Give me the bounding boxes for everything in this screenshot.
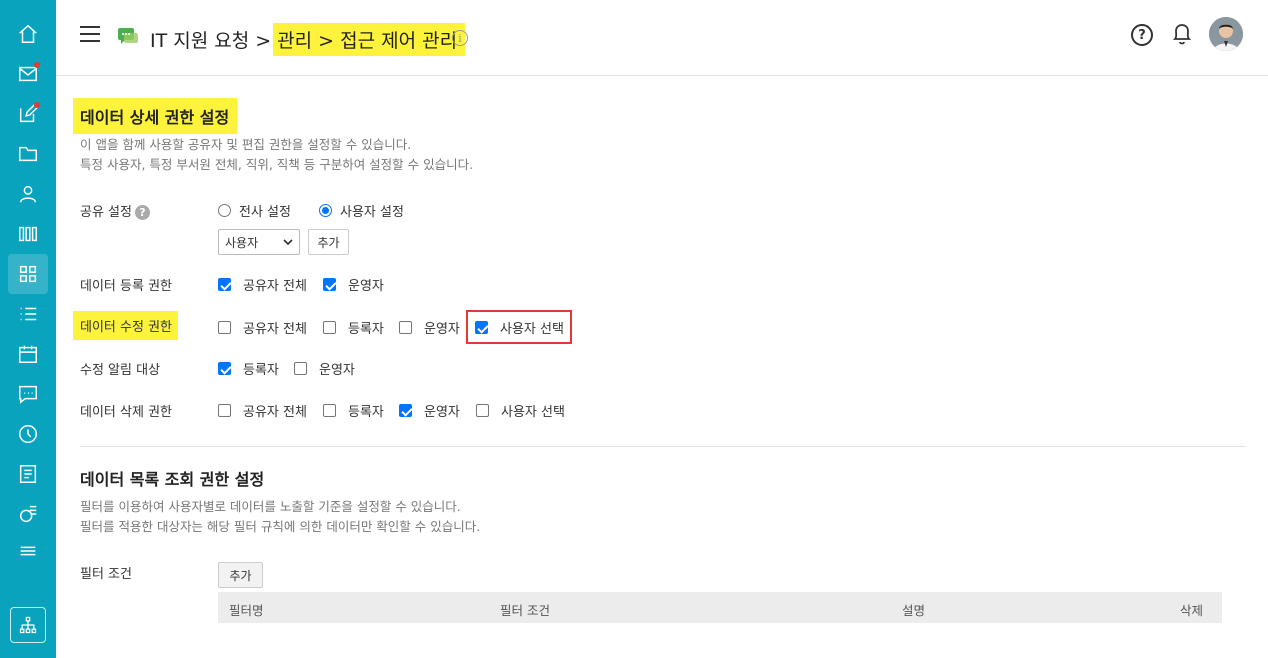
section-description: 특정 사용자, 특정 부서원 전체, 직위, 직책 등 구분하여 설정할 수 있… [80, 157, 474, 172]
folder-icon[interactable] [8, 134, 48, 174]
user-type-select[interactable]: 사용자 [218, 229, 300, 255]
checkbox[interactable] [323, 321, 336, 334]
notify-target-label: 수정 알림 대상 [80, 363, 161, 378]
checkbox-label: 공유자 전체 [243, 405, 307, 420]
checkbox[interactable] [476, 404, 489, 417]
modify-select-user[interactable]: 사용자 선택 [475, 318, 564, 337]
checkbox[interactable] [218, 362, 231, 375]
share-setting-text: 공유 설정 [80, 205, 132, 220]
checkbox[interactable] [323, 404, 336, 417]
select-value: 사용자 [225, 235, 259, 250]
document-icon[interactable] [8, 454, 48, 494]
checkbox-label: 공유자 전체 [243, 322, 307, 337]
apps-icon[interactable] [8, 254, 48, 294]
avatar[interactable] [1209, 17, 1243, 51]
add-filter-button[interactable]: 추가 [218, 562, 263, 588]
checkbox[interactable] [323, 278, 336, 291]
checkbox[interactable] [294, 362, 307, 375]
board-icon[interactable] [8, 214, 48, 254]
mail-icon[interactable] [8, 54, 48, 94]
radio-label: 전사 설정 [239, 205, 291, 220]
delete-select-user[interactable]: 사용자 선택 [476, 401, 565, 420]
modify-permission-label: 데이터 수정 권한 [73, 311, 178, 340]
user-icon[interactable] [8, 174, 48, 214]
radio-company[interactable]: 전사 설정 [218, 201, 291, 220]
edit-icon[interactable] [8, 94, 48, 134]
checkbox-label: 등록자 [348, 405, 384, 420]
section-title: 데이터 목록 조회 권한 설정 [80, 470, 265, 489]
checkbox-label: 운영자 [319, 363, 355, 378]
menu-icon[interactable] [80, 26, 100, 44]
checkbox[interactable] [218, 278, 231, 291]
delete-permission-label: 데이터 삭제 권한 [80, 405, 172, 420]
register-operator[interactable]: 운영자 [323, 275, 384, 294]
layers-icon[interactable] [8, 531, 48, 571]
help-icon[interactable]: ? [1131, 24, 1153, 46]
chat-icon[interactable] [8, 374, 48, 414]
section-title: 데이터 상세 권한 설정 [73, 98, 238, 134]
radio-user[interactable]: 사용자 설정 [319, 201, 404, 220]
checkbox[interactable] [399, 404, 412, 417]
modify-registrant[interactable]: 등록자 [323, 318, 384, 337]
column-header: 삭제 [1180, 603, 1204, 618]
register-permission-label: 데이터 등록 권한 [80, 279, 172, 294]
checkbox-label: 운영자 [348, 279, 384, 294]
section-description: 필터를 적용한 대상자는 해당 필터 규칙에 의한 데이터만 확인할 수 있습니… [80, 519, 481, 534]
header: IT 지원 요청 > 관리 > 접근 제어 관리 i ? [56, 0, 1268, 76]
divider [80, 446, 1246, 447]
filter-table-header: 필터명 필터 조건 설명 삭제 [218, 592, 1222, 623]
checkbox-label: 사용자 선택 [500, 322, 564, 337]
org-chart-icon[interactable] [10, 607, 46, 643]
breadcrumb-current: 관리 > 접근 제어 관리 [273, 22, 466, 56]
delete-registrant[interactable]: 등록자 [323, 401, 384, 420]
section-description: 이 앱을 함께 사용할 공유자 및 편집 권한을 설정할 수 있습니다. [80, 137, 412, 152]
column-header: 필터명 [229, 603, 264, 618]
checkbox[interactable] [218, 321, 231, 334]
checkbox[interactable] [475, 321, 488, 334]
checkbox-label: 사용자 선택 [501, 405, 565, 420]
report-icon[interactable] [8, 494, 48, 534]
radio-label: 사용자 설정 [340, 205, 404, 220]
notify-operator[interactable]: 운영자 [294, 359, 355, 378]
page-title: IT 지원 요청 > 관리 > 접근 제어 관리 [150, 22, 466, 56]
notification-dot [34, 102, 40, 108]
checkbox-label: 등록자 [243, 363, 279, 378]
delete-operator[interactable]: 운영자 [399, 401, 460, 420]
calendar-icon[interactable] [8, 334, 48, 374]
radio-button[interactable] [218, 204, 231, 217]
column-header: 필터 조건 [500, 603, 550, 618]
info-icon[interactable]: i [452, 30, 468, 46]
modify-operator[interactable]: 운영자 [399, 318, 460, 337]
checkbox[interactable] [399, 321, 412, 334]
checkbox-label: 운영자 [424, 405, 460, 420]
help-icon[interactable]: ? [134, 205, 150, 220]
chevron-down-icon [283, 239, 293, 245]
delete-all-sharers[interactable]: 공유자 전체 [218, 401, 307, 420]
bell-icon[interactable] [1171, 22, 1193, 46]
radio-button[interactable] [319, 204, 332, 217]
notify-registrant[interactable]: 등록자 [218, 359, 279, 378]
modify-all-sharers[interactable]: 공유자 전체 [218, 318, 307, 337]
sidebar [0, 0, 56, 658]
checkbox-label: 등록자 [348, 322, 384, 337]
home-icon[interactable] [8, 14, 48, 54]
section-description: 필터를 이용하여 사용자별로 데이터를 노출할 기준을 설정할 수 있습니다. [80, 499, 461, 514]
clock-icon[interactable] [8, 414, 48, 454]
list-icon[interactable] [8, 294, 48, 334]
breadcrumb-app[interactable]: IT 지원 요청 > [150, 26, 271, 53]
checkbox-label: 운영자 [424, 322, 460, 337]
notification-dot [34, 62, 40, 68]
checkbox[interactable] [218, 404, 231, 417]
column-header: 설명 [902, 603, 926, 618]
main-content: 데이터 상세 권한 설정 이 앱을 함께 사용할 공유자 및 편집 권한을 설정… [56, 76, 1268, 658]
register-all-sharers[interactable]: 공유자 전체 [218, 275, 307, 294]
chat-app-icon [118, 28, 138, 44]
add-user-button[interactable]: 추가 [308, 229, 349, 255]
filter-condition-label: 필터 조건 [80, 567, 132, 582]
share-setting-label: 공유 설정? [80, 201, 150, 220]
checkbox-label: 공유자 전체 [243, 279, 307, 294]
